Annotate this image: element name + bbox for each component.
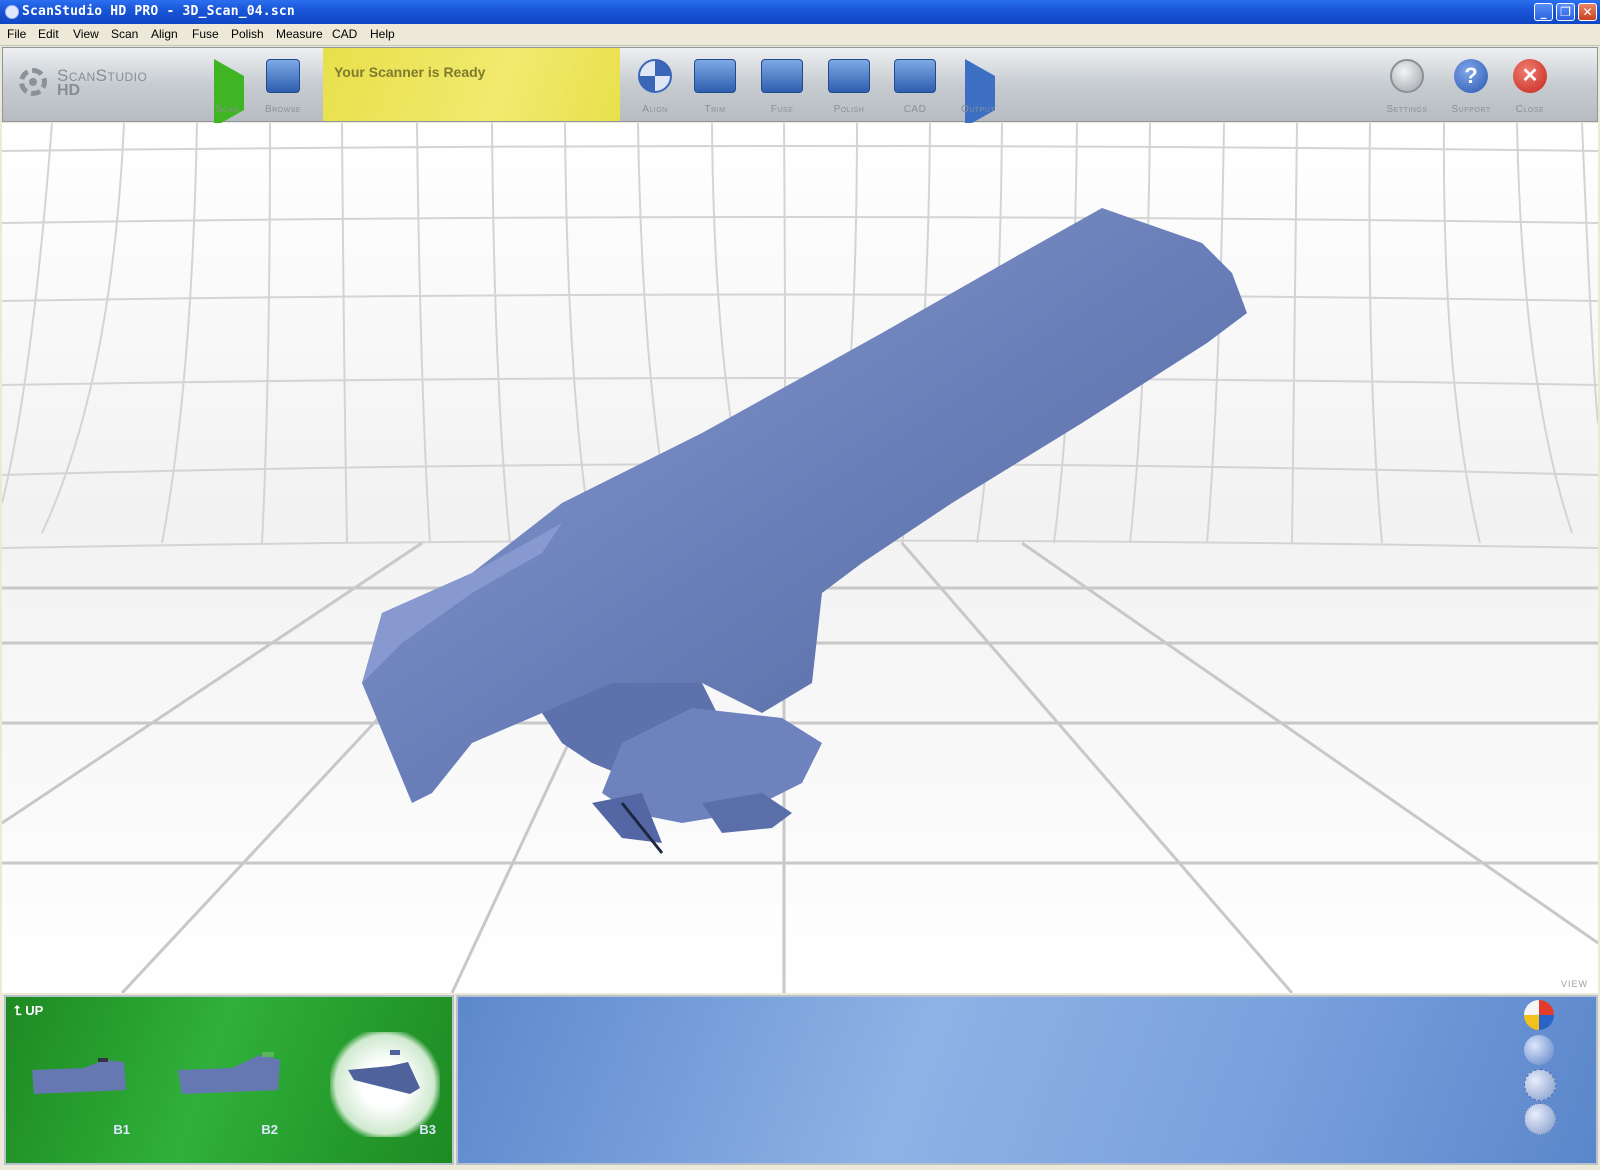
scan-thumbnail-panel: ⮤ UP B1 B2 B3 [4,995,454,1165]
restore-button[interactable]: ❐ [1556,3,1575,21]
folder-icon [266,59,300,93]
menu-cad[interactable]: CAD [332,27,357,41]
wireframe-sphere-icon[interactable] [1524,1069,1556,1101]
cad-label: CAD [903,104,927,115]
window-title: ScanStudio HD PRO - 3D_Scan_04.scn [22,4,295,19]
thumbnail-b2[interactable]: B2 [172,1032,282,1137]
scissors-icon [694,59,736,93]
menu-view[interactable]: View [73,27,99,41]
close-label: Close [1515,104,1545,115]
close-icon: ✕ [1513,59,1547,93]
support-button[interactable]: ? Support [1441,54,1501,118]
output-button[interactable]: Output [948,54,1008,127]
toolbox-icon [828,59,870,93]
fuse-label: Fuse [770,104,794,115]
app-logo: ScanStudio HD [19,66,189,106]
minimize-button[interactable]: _ [1534,3,1553,21]
3d-viewport[interactable]: VIEW [2,123,1598,993]
menu-align[interactable]: Align [151,27,178,41]
main-toolbar: ScanStudio HD Scan Browse Your Scanner i… [2,47,1598,127]
app-icon[interactable] [5,5,19,19]
settings-button[interactable]: Settings [1377,54,1437,118]
cube-icon [761,59,803,93]
browse-label: Browse [264,104,302,115]
sphere-icon [894,59,936,93]
scan-button[interactable]: Scan [197,54,257,127]
thumbnail-b3-selected[interactable]: B3 [330,1032,440,1137]
scanner-status-banner: Your Scanner is Ready [323,48,620,121]
fuse-button[interactable]: Fuse [752,54,812,118]
help-icon: ? [1454,59,1488,93]
up-label: UP [25,1003,44,1018]
shaded-sphere-icon[interactable] [1524,1035,1554,1065]
thumbnail-b1-label: B1 [113,1122,130,1137]
menu-scan[interactable]: Scan [111,27,138,41]
title-bar: ScanStudio HD PRO - 3D_Scan_04.scn _ ❐ ✕ [0,0,1600,24]
polish-label: Polish [833,104,865,115]
browse-button[interactable]: Browse [253,54,313,118]
up-arrow-icon: ⮤ [14,1003,22,1018]
thumbnail-b1-preview [32,1058,126,1094]
cad-button[interactable]: CAD [885,54,945,118]
trim-label: Trim [704,104,726,115]
menu-edit[interactable]: Edit [38,27,59,41]
settings-dial-icon [1390,59,1424,93]
align-icon [638,59,672,93]
thumbnail-b3-label: B3 [419,1122,436,1137]
settings-label: Settings [1386,104,1428,115]
menu-file[interactable]: File [7,27,26,41]
thumbnail-b2-preview [178,1052,280,1094]
points-sphere-icon[interactable] [1524,1103,1556,1135]
logo-text-hd: HD [57,82,81,99]
gear-logo-icon [19,68,47,96]
up-button[interactable]: ⮤ UP [14,1003,43,1019]
close-app-button[interactable]: ✕ Close [1500,54,1560,118]
color-sphere-icon[interactable] [1524,1000,1554,1030]
menu-help[interactable]: Help [370,27,395,41]
close-window-button[interactable]: ✕ [1578,3,1597,21]
trim-button[interactable]: Trim [685,54,745,118]
scan-detail-panel [456,995,1598,1165]
arrow-right-icon [965,59,1029,127]
scanner-status-text: Your Scanner is Ready [334,64,486,80]
align-button[interactable]: Align [625,54,685,118]
menu-measure[interactable]: Measure [276,27,323,41]
align-label: Align [642,104,668,115]
menu-fuse[interactable]: Fuse [192,27,219,41]
output-label: Output [960,104,996,115]
viewport-canvas[interactable] [2,123,1598,993]
scan-label: Scan [215,104,239,115]
thumbnail-b3-preview [348,1050,420,1094]
view-label: VIEW [1560,979,1588,989]
thumbnail-b1[interactable]: B1 [24,1032,134,1137]
menu-polish[interactable]: Polish [231,27,264,41]
support-label: Support [1451,104,1491,115]
polish-button[interactable]: Polish [819,54,879,118]
menu-bar: File Edit View Scan Align Fuse Polish Me… [0,24,1600,46]
thumbnail-b2-label: B2 [261,1122,278,1137]
